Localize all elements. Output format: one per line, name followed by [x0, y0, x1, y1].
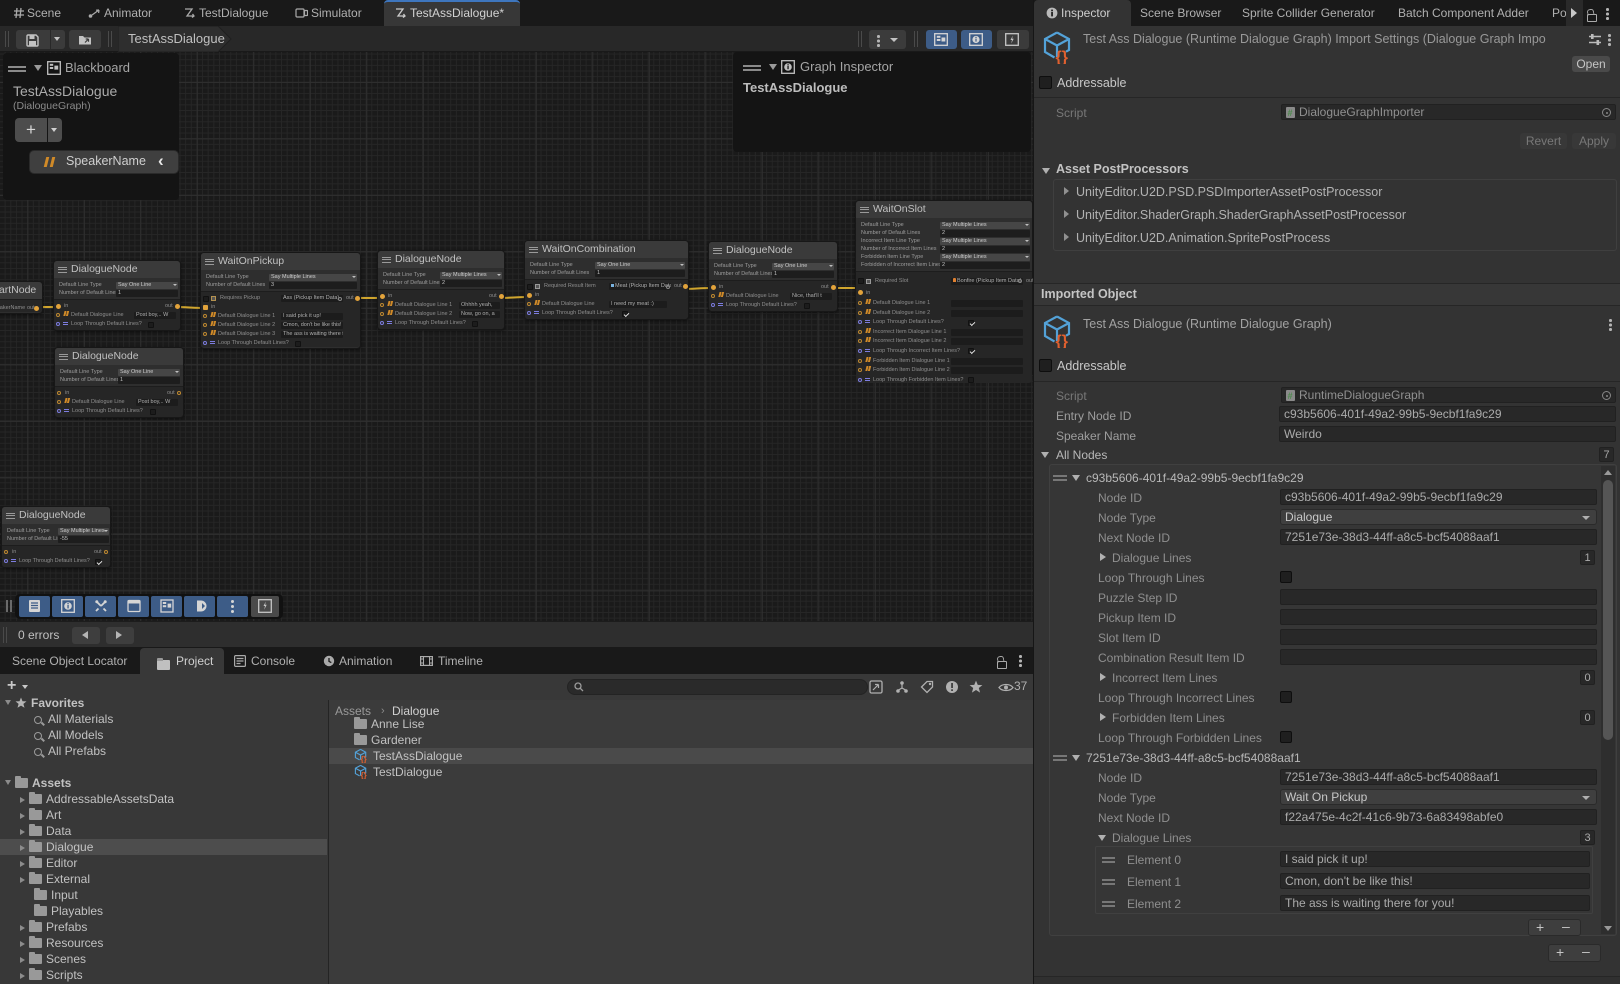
svg-text:{}: {} [361, 771, 367, 779]
svg-text:{}: {} [1056, 49, 1068, 64]
svg-text:{}: {} [361, 755, 367, 763]
svg-text:{}: {} [1056, 333, 1068, 348]
